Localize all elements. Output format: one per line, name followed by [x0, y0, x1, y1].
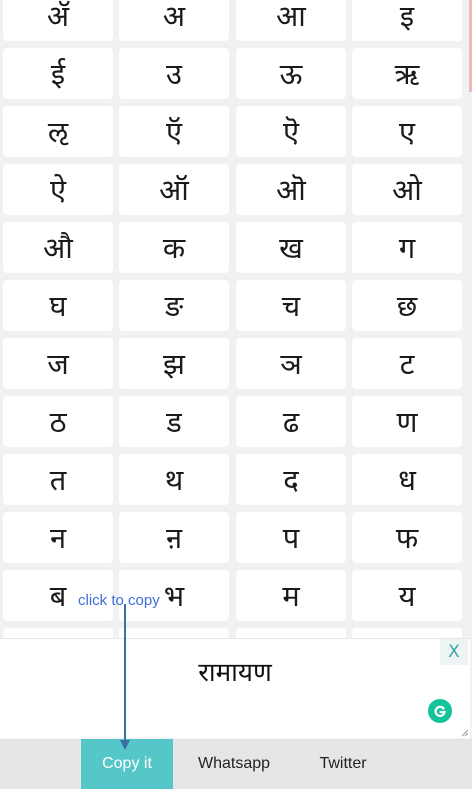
letter-key[interactable]: ॲ — [3, 0, 113, 41]
letter-key[interactable]: ओ — [352, 164, 462, 215]
letter-key[interactable]: ऌ — [3, 106, 113, 157]
letter-key[interactable]: ऐ — [3, 164, 113, 215]
letter-key[interactable]: म — [236, 570, 346, 621]
letter-key[interactable]: ख — [236, 222, 346, 273]
letter-key[interactable]: ढ — [236, 396, 346, 447]
letter-key[interactable]: द — [236, 454, 346, 505]
letter-key[interactable]: फ — [352, 512, 462, 563]
letter-key[interactable]: ट — [352, 338, 462, 389]
letter-key[interactable]: त — [3, 454, 113, 505]
letter-key[interactable]: ङ — [119, 280, 229, 331]
letter-key[interactable]: अ — [119, 0, 229, 41]
letter-key[interactable]: प — [236, 512, 346, 563]
letter-key[interactable]: झ — [119, 338, 229, 389]
copy-hint-arrow-icon — [120, 604, 130, 750]
letter-key[interactable]: ञ — [236, 338, 346, 389]
app-root: ॲअआइ ईउऊऋ ऌऍऎए ऐऑऒओ औकखग घङचछ जझञट ठडढण तथदध नऩपफ… — [0, 0, 472, 789]
letter-key[interactable]: च — [236, 280, 346, 331]
action-bar: Copy it Whatsapp Twitter — [0, 739, 472, 789]
letter-key[interactable]: ए — [352, 106, 462, 157]
letter-key[interactable]: ऎ — [236, 106, 346, 157]
letter-key[interactable]: ग — [352, 222, 462, 273]
letter-key[interactable]: थ — [119, 454, 229, 505]
letter-key[interactable]: ध — [352, 454, 462, 505]
letter-key[interactable]: उ — [119, 48, 229, 99]
letter-key[interactable]: ड — [119, 396, 229, 447]
letter-key[interactable]: औ — [3, 222, 113, 273]
letter-key[interactable]: आ — [236, 0, 346, 41]
letter-key[interactable]: ऊ — [236, 48, 346, 99]
letter-key[interactable]: ऍ — [119, 106, 229, 157]
resize-handle-icon[interactable] — [461, 729, 469, 737]
letter-key[interactable]: क — [119, 222, 229, 273]
twitter-share-button[interactable]: Twitter — [300, 739, 386, 789]
grammarly-icon[interactable] — [428, 699, 452, 723]
letter-key[interactable]: ण — [352, 396, 462, 447]
grammarly-g-icon — [434, 705, 446, 717]
letter-key[interactable]: इ — [352, 0, 462, 41]
letter-key[interactable]: न — [3, 512, 113, 563]
letter-key[interactable]: ऒ — [236, 164, 346, 215]
text-editor[interactable]: रामायण X — [0, 638, 470, 738]
editor-content[interactable]: रामायण — [0, 653, 470, 689]
letter-key[interactable]: ठ — [3, 396, 113, 447]
letter-key[interactable]: घ — [3, 280, 113, 331]
letter-key[interactable]: ऋ — [352, 48, 462, 99]
letter-key[interactable]: ज — [3, 338, 113, 389]
close-button[interactable]: X — [440, 639, 468, 665]
letter-key[interactable]: य — [352, 570, 462, 621]
letter-key[interactable]: ई — [3, 48, 113, 99]
letter-key[interactable]: छ — [352, 280, 462, 331]
letter-key[interactable]: ऩ — [119, 512, 229, 563]
letter-key[interactable]: ऑ — [119, 164, 229, 215]
whatsapp-share-button[interactable]: Whatsapp — [188, 739, 280, 789]
